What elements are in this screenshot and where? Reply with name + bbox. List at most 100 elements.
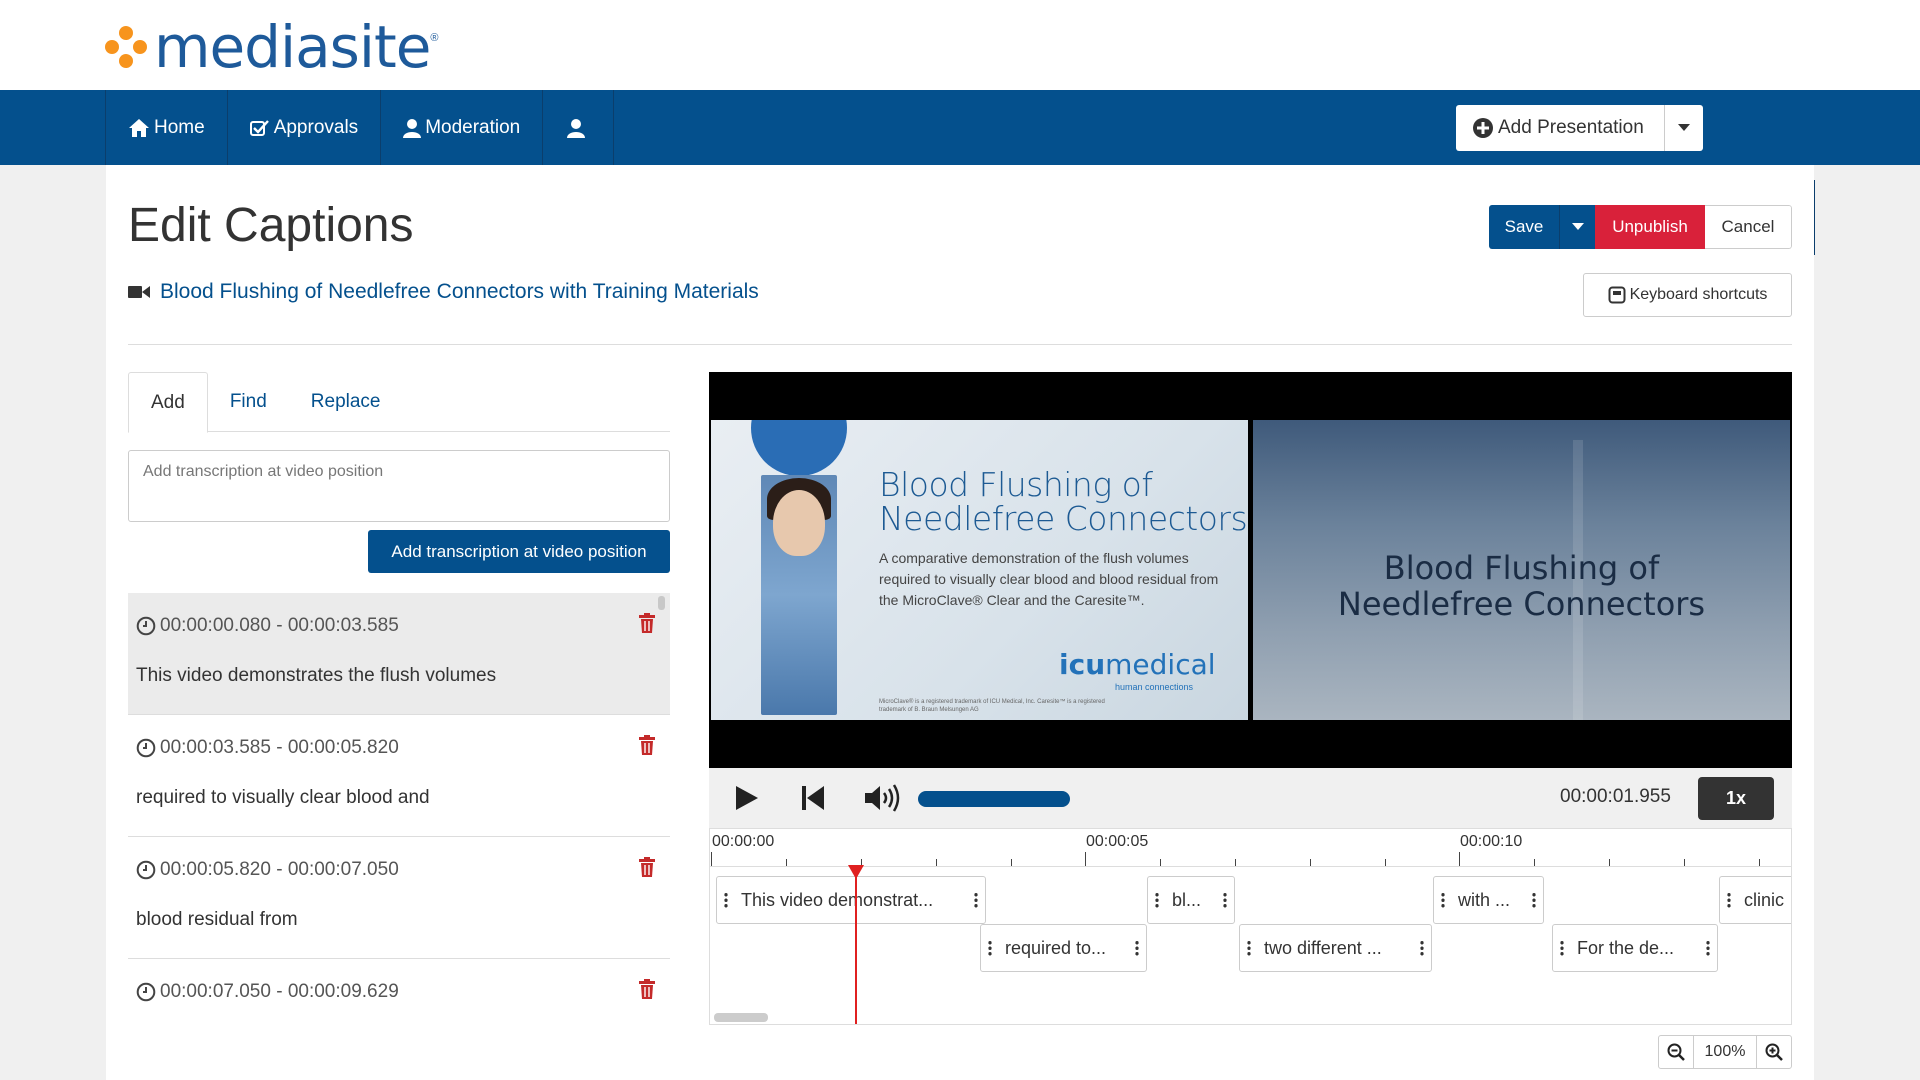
- volume-slider[interactable]: [918, 791, 1070, 807]
- tab-find[interactable]: Find: [208, 372, 289, 432]
- tick-minor: [1011, 859, 1012, 866]
- caption-time-text: 00:00:05.820 - 00:00:07.050: [160, 859, 399, 880]
- caption-text: required to visually clear blood and: [136, 787, 430, 808]
- volume-icon: [865, 784, 900, 812]
- cancel-button[interactable]: Cancel: [1705, 205, 1792, 249]
- chip-text: clinic: [1744, 889, 1785, 910]
- trash-icon: [639, 857, 655, 877]
- tick-minor: [1385, 859, 1386, 866]
- transcription-input[interactable]: [128, 450, 670, 522]
- keyboard-shortcuts-button[interactable]: Keyboard shortcuts: [1583, 273, 1792, 317]
- restart-button[interactable]: [793, 768, 833, 828]
- drag-handle-icon[interactable]: [1148, 877, 1166, 923]
- caption-list-scrollbar[interactable]: [658, 596, 665, 610]
- drag-handle-icon[interactable]: [1699, 925, 1717, 971]
- add-presentation-label: Add Presentation: [1498, 117, 1644, 138]
- timeline-caption-chip[interactable]: with ...: [1433, 876, 1544, 924]
- timeline-caption-chip[interactable]: bl...: [1147, 876, 1235, 924]
- user-icon: [403, 118, 422, 138]
- tab-replace[interactable]: Replace: [289, 372, 403, 432]
- mediasite-logo[interactable]: mediasite ®: [102, 13, 439, 81]
- caption-item[interactable]: 00:00:03.585 - 00:00:05.820 required to …: [128, 715, 670, 837]
- caption-time-text: 00:00:07.050 - 00:00:09.629: [160, 981, 399, 1002]
- playback-speed-button[interactable]: 1x: [1698, 777, 1774, 820]
- tick-major: [711, 852, 712, 866]
- timeline-caption-chip[interactable]: For the de...: [1552, 924, 1718, 972]
- plus-circle-icon: [1473, 118, 1493, 138]
- drag-handle-icon[interactable]: [1413, 925, 1431, 971]
- nav-moderation[interactable]: Moderation: [380, 90, 544, 165]
- delete-caption-button[interactable]: [639, 613, 655, 638]
- caption-time: 00:00:07.050 - 00:00:09.629: [136, 981, 399, 1003]
- timeline-caption-chip[interactable]: required to...: [980, 924, 1147, 972]
- timeline-scrollbar[interactable]: [714, 1013, 768, 1022]
- slide-right-title: Blood Flushing of Needlefree Connectors: [1253, 550, 1790, 622]
- chip-text: required to...: [1005, 937, 1107, 958]
- presentation-title-text: Blood Flushing of Needlefree Connectors …: [160, 280, 759, 303]
- drag-handle-icon[interactable]: [1434, 877, 1452, 923]
- user-icon: [567, 118, 586, 138]
- nav-approvals[interactable]: Approvals: [226, 90, 382, 165]
- delete-caption-button[interactable]: [639, 857, 655, 882]
- playhead-line[interactable]: [855, 867, 857, 1024]
- tick-minor: [1534, 859, 1535, 866]
- slide-right: Blood Flushing of Needlefree Connectors: [1253, 420, 1790, 720]
- icu-logo-light: medical: [1105, 648, 1216, 681]
- chip-text: For the de...: [1577, 937, 1675, 958]
- caret-down-icon: [1571, 223, 1584, 230]
- drag-handle-icon[interactable]: [1216, 877, 1234, 923]
- drag-handle-icon[interactable]: [1720, 877, 1738, 923]
- playhead-marker-icon[interactable]: [848, 865, 864, 879]
- delete-caption-button[interactable]: [639, 735, 655, 760]
- drag-handle-icon[interactable]: [981, 925, 999, 971]
- check-square-icon: [249, 119, 269, 136]
- timeline-caption-chip[interactable]: This video demonstrat...: [716, 876, 986, 924]
- keyboard-icon: [1608, 286, 1626, 304]
- drag-handle-icon[interactable]: [1128, 925, 1146, 971]
- caption-timeline[interactable]: 00:00:00 00:00:05 00:00:10 This video de…: [709, 828, 1792, 1025]
- keyboard-shortcuts-label: Keyboard shortcuts: [1629, 286, 1768, 303]
- clock-icon: [136, 616, 156, 636]
- delete-caption-button[interactable]: [639, 979, 655, 1004]
- slide-title: Blood Flushing of Needlefree Connectors: [879, 468, 1248, 538]
- volume-button[interactable]: [861, 768, 905, 828]
- nav-home[interactable]: Home: [105, 90, 228, 165]
- nav-profile[interactable]: [542, 90, 615, 165]
- slide-right-title-line1: Blood Flushing of: [1383, 549, 1660, 587]
- unpublish-button[interactable]: Unpublish: [1595, 205, 1705, 249]
- drag-handle-icon[interactable]: [717, 877, 735, 923]
- tick-label: 00:00:05: [1086, 833, 1149, 850]
- add-presentation-button[interactable]: Add Presentation: [1456, 105, 1665, 151]
- tick-label: 00:00:10: [1460, 833, 1523, 850]
- timeline-caption-chip[interactable]: two different ...: [1239, 924, 1432, 972]
- zoom-in-button[interactable]: [1757, 1036, 1791, 1068]
- drag-handle-icon[interactable]: [1553, 925, 1571, 971]
- zoom-out-icon: [1667, 1043, 1685, 1061]
- drag-handle-icon[interactable]: [1240, 925, 1258, 971]
- save-button[interactable]: Save: [1489, 205, 1559, 249]
- drag-handle-icon[interactable]: [967, 877, 985, 923]
- add-transcription-button[interactable]: Add transcription at video position: [368, 530, 670, 573]
- trash-icon: [639, 613, 655, 633]
- caption-item[interactable]: 00:00:00.080 - 00:00:03.585 This video d…: [128, 593, 670, 715]
- presentation-title[interactable]: Blood Flushing of Needlefree Connectors …: [128, 280, 759, 304]
- skip-back-icon: [802, 786, 824, 810]
- chip-text: This video demonstrat...: [741, 889, 934, 910]
- drag-handle-icon[interactable]: [1525, 877, 1543, 923]
- tick-minor: [936, 859, 937, 866]
- slide-body: A comparative demonstration of the flush…: [879, 550, 1219, 608]
- zoom-out-button[interactable]: [1659, 1036, 1693, 1068]
- caption-tabs: Add Find Replace: [128, 372, 670, 433]
- slide-title-line2: Needlefree Connectors: [879, 499, 1248, 538]
- save-options-caret[interactable]: [1559, 205, 1595, 249]
- logo-text: mediasite: [154, 13, 431, 81]
- caption-list[interactable]: 00:00:00.080 - 00:00:03.585 This video d…: [128, 593, 670, 1020]
- play-button[interactable]: [727, 768, 767, 828]
- decorative-circle: [751, 420, 847, 476]
- caption-item[interactable]: 00:00:07.050 - 00:00:09.629: [128, 959, 670, 1020]
- caption-item[interactable]: 00:00:05.820 - 00:00:07.050 blood residu…: [128, 837, 670, 959]
- tab-add[interactable]: Add: [128, 372, 208, 433]
- zoom-in-icon: [1765, 1043, 1783, 1061]
- timeline-caption-chip[interactable]: clinic: [1719, 876, 1791, 924]
- add-presentation-caret[interactable]: [1665, 105, 1703, 151]
